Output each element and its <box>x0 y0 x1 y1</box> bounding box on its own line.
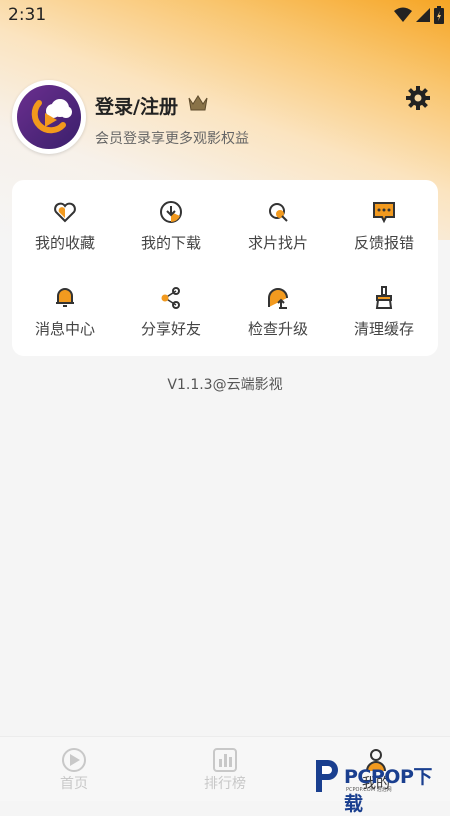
menu-item-label: 反馈报错 <box>353 234 414 252</box>
share-icon <box>161 287 180 309</box>
signal-icon <box>416 8 430 22</box>
menu-item-feedback[interactable]: 反馈报错 <box>331 200 437 270</box>
menu-item-label: 消息中心 <box>34 320 95 338</box>
menu-item-label: 检查升级 <box>247 320 308 338</box>
status-bar: 2:31 <box>0 0 450 32</box>
version-text: V1.1.3@云端影视 <box>167 377 283 393</box>
status-time: 2:31 <box>8 5 47 25</box>
tab-label: 排行榜 <box>204 776 246 792</box>
heart-icon <box>54 202 76 223</box>
menu-item-label: 分享好友 <box>140 320 201 338</box>
status-icons <box>394 6 444 24</box>
menu-item-messages[interactable]: 消息中心 <box>12 286 118 356</box>
menu-item-check-update[interactable]: 检查升级 <box>225 286 331 356</box>
menu-item-label: 我的收藏 <box>34 234 95 252</box>
search-film-icon <box>269 203 288 222</box>
tab-ranking[interactable]: 排行榜 <box>175 747 275 793</box>
pcpop-logo-icon <box>316 760 338 792</box>
menu-item-clear-cache[interactable]: 清理缓存 <box>331 286 437 356</box>
watermark: PCPOP下载 PCPOP.COM 泡泡网 <box>312 756 450 815</box>
gear-icon[interactable] <box>404 84 432 112</box>
battery-icon <box>434 6 444 24</box>
login-register-link[interactable]: 登录/注册 <box>95 92 178 119</box>
member-subtitle: 会员登录享更多观影权益 <box>95 131 249 147</box>
menu-item-request-film[interactable]: 求片找片 <box>225 200 331 270</box>
menu-item-label: 求片找片 <box>247 234 308 252</box>
broom-icon <box>375 286 393 309</box>
menu-item-favorites[interactable]: 我的收藏 <box>12 200 118 270</box>
profile-section[interactable]: 登录/注册 会员登录享更多观影权益 <box>12 80 438 156</box>
wifi-icon <box>394 7 412 22</box>
crown-icon <box>188 95 208 111</box>
feedback-icon <box>373 202 395 224</box>
app-logo-icon <box>17 85 81 149</box>
menu-item-share[interactable]: 分享好友 <box>118 286 224 356</box>
menu-item-label: 我的下载 <box>140 234 201 252</box>
tab-home[interactable]: 首页 <box>24 747 124 793</box>
menu-card: 我的收藏 我的下载 求片找片 反馈报错 消息中心 分享好友 检查升级 清理缓存 <box>12 180 438 356</box>
ranking-icon <box>213 748 237 772</box>
upgrade-icon <box>268 288 288 309</box>
bell-icon <box>56 288 74 307</box>
download-icon <box>160 201 182 223</box>
tab-label: 首页 <box>60 776 88 792</box>
watermark-sub: PCPOP.COM 泡泡网 <box>346 787 392 793</box>
home-icon <box>62 748 86 772</box>
avatar[interactable] <box>12 80 86 154</box>
menu-item-downloads[interactable]: 我的下载 <box>118 200 224 270</box>
menu-item-label: 清理缓存 <box>353 320 414 338</box>
